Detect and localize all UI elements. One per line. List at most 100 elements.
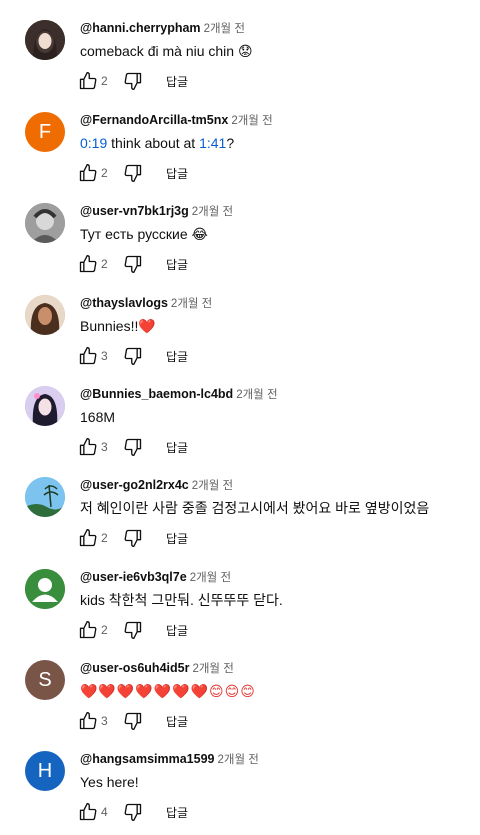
comment-time[interactable]: 2개월 전 xyxy=(192,206,233,218)
avatar[interactable] xyxy=(25,477,65,517)
avatar[interactable] xyxy=(25,20,65,60)
emoji: 😟 xyxy=(237,43,253,59)
author-name[interactable]: @hangsamsimma1599 xyxy=(80,752,214,766)
comment-actions: 2 답글 xyxy=(78,162,188,184)
comment-item: @thayslavlogs 2개월 전 Bunnies!!❤️ 3 답글 xyxy=(0,281,480,372)
comment-text: Yes here! xyxy=(80,774,139,790)
comment-header: @hangsamsimma1599 2개월 전 xyxy=(80,751,259,768)
thumbs-up-icon[interactable] xyxy=(78,71,98,91)
thumbs-up-icon[interactable] xyxy=(78,346,98,366)
author-name[interactable]: @FernandoArcilla-tm5nx xyxy=(80,113,228,127)
thumbs-up-icon[interactable] xyxy=(78,437,98,457)
thumbs-down-icon[interactable] xyxy=(123,254,143,274)
comment-actions: 3 답글 xyxy=(78,436,188,458)
comment-actions: 2 답글 xyxy=(78,527,188,549)
thumbs-down-icon[interactable] xyxy=(123,620,143,640)
avatar-letter: H xyxy=(37,759,53,782)
thumbs-down-icon[interactable] xyxy=(123,71,143,91)
thumbs-down-icon[interactable] xyxy=(123,346,143,366)
like-count: 4 xyxy=(101,805,108,819)
reply-button[interactable]: 답글 xyxy=(166,256,188,273)
comment-item: @user-go2nl2rx4c 2개월 전 저 혜인이란 사람 중졸 검정고시에… xyxy=(0,463,480,554)
like-count: 2 xyxy=(101,257,108,271)
avatar[interactable] xyxy=(25,569,65,609)
comment-item: @user-ie6vb3ql7e 2개월 전 kids 착한척 그만둬. 신뚜뚜뚜… xyxy=(0,555,480,646)
comment-time[interactable]: 2개월 전 xyxy=(192,663,233,675)
heart-emoji: ❤️ xyxy=(138,318,156,334)
comment-header: @user-ie6vb3ql7e 2개월 전 xyxy=(80,569,231,586)
thumbs-down-icon[interactable] xyxy=(123,802,143,822)
comment-item: @user-vn7bk1rj3g 2개월 전 Тут есть русские 😂… xyxy=(0,189,480,280)
comment-header: @thayslavlogs 2개월 전 xyxy=(80,295,212,312)
thumbs-up-icon[interactable] xyxy=(78,620,98,640)
comment-text: 168M xyxy=(80,409,116,425)
author-name[interactable]: @user-os6uh4id5r xyxy=(80,661,189,675)
thumbs-down-icon[interactable] xyxy=(123,437,143,457)
comment-text: ❤️❤️❤️❤️❤️❤️❤️😊😊😊 xyxy=(80,683,256,699)
comment-actions: 4 답글 xyxy=(78,801,188,823)
comment-item: F @FernandoArcilla-tm5nx 2개월 전 0:19 think… xyxy=(0,98,480,189)
like-count: 2 xyxy=(101,166,108,180)
comment-time[interactable]: 2개월 전 xyxy=(190,572,231,584)
comment-time[interactable]: 2개월 전 xyxy=(217,754,258,766)
thumbs-up-icon[interactable] xyxy=(78,802,98,822)
like-count: 2 xyxy=(101,623,108,637)
author-name[interactable]: @user-ie6vb3ql7e xyxy=(80,570,187,584)
avatar-letter: S xyxy=(38,668,52,691)
avatar[interactable] xyxy=(25,295,65,335)
comment-actions: 2 답글 xyxy=(78,253,188,275)
timestamp-link[interactable]: 1:41 xyxy=(199,135,226,151)
reply-button[interactable]: 답글 xyxy=(166,804,188,821)
like-count: 3 xyxy=(101,714,108,728)
comment-header: @user-vn7bk1rj3g 2개월 전 xyxy=(80,203,233,220)
reply-button[interactable]: 답글 xyxy=(166,439,188,456)
comment-text: kids 착한척 그만둬. 신뚜뚜뚜 닫다. xyxy=(80,592,283,608)
thumbs-up-icon[interactable] xyxy=(78,528,98,548)
reply-button[interactable]: 답글 xyxy=(166,530,188,547)
avatar[interactable] xyxy=(25,203,65,243)
comment-text: 0:19 think about at 1:41? xyxy=(80,133,234,153)
thumbs-down-icon[interactable] xyxy=(123,163,143,183)
author-name[interactable]: @hanni.cherrypham xyxy=(80,21,201,35)
thumbs-up-icon[interactable] xyxy=(78,163,98,183)
comment-actions: 2 답글 xyxy=(78,619,188,641)
comment-text-body: Тут есть русские xyxy=(80,226,192,242)
comment-text-end: ? xyxy=(226,135,235,151)
comment-time[interactable]: 2개월 전 xyxy=(171,298,212,310)
reply-button[interactable]: 답글 xyxy=(166,713,188,730)
avatar[interactable]: H xyxy=(25,751,65,791)
avatar[interactable] xyxy=(25,386,65,426)
comment-text: Bunnies!!❤️ xyxy=(80,316,156,336)
comment-time[interactable]: 2개월 전 xyxy=(192,480,233,492)
comment-header: @user-go2nl2rx4c 2개월 전 xyxy=(80,477,233,494)
reply-button[interactable]: 답글 xyxy=(166,73,188,90)
comment-text-body: comeback đi mà niu chin xyxy=(80,43,235,59)
comment-actions: 3 답글 xyxy=(78,710,188,732)
comment-time[interactable]: 2개월 전 xyxy=(236,389,277,401)
comment-text: 저 혜인이란 사람 중졸 검정고시에서 봤어요 바로 옆방이었음 xyxy=(80,500,430,516)
reply-button[interactable]: 답글 xyxy=(166,348,188,365)
author-name[interactable]: @user-vn7bk1rj3g xyxy=(80,204,189,218)
reply-button[interactable]: 답글 xyxy=(166,622,188,639)
author-name[interactable]: @user-go2nl2rx4c xyxy=(80,478,189,492)
comment-header: @hanni.cherrypham 2개월 전 xyxy=(80,20,245,37)
like-count: 2 xyxy=(101,531,108,545)
like-count: 3 xyxy=(101,349,108,363)
comment-item: H @hangsamsimma1599 2개월 전 Yes here! 4 답글 xyxy=(0,737,480,828)
avatar[interactable]: F xyxy=(25,112,65,152)
avatar-letter: F xyxy=(38,120,52,143)
timestamp-link[interactable]: 0:19 xyxy=(80,135,107,151)
comment-time[interactable]: 2개월 전 xyxy=(231,115,272,127)
thumbs-down-icon[interactable] xyxy=(123,711,143,731)
comment-header: @FernandoArcilla-tm5nx 2개월 전 xyxy=(80,112,273,129)
reply-button[interactable]: 답글 xyxy=(166,165,188,182)
comment-text: Тут есть русские 😂 xyxy=(80,224,208,244)
author-name[interactable]: @thayslavlogs xyxy=(80,296,168,310)
author-name[interactable]: @Bunnies_baemon-lc4bd xyxy=(80,387,233,401)
thumbs-up-icon[interactable] xyxy=(78,711,98,731)
avatar[interactable]: S xyxy=(25,660,65,700)
comment-time[interactable]: 2개월 전 xyxy=(204,23,245,35)
thumbs-down-icon[interactable] xyxy=(123,528,143,548)
comment-item: @Bunnies_baemon-lc4bd 2개월 전 168M 3 답글 xyxy=(0,372,480,463)
thumbs-up-icon[interactable] xyxy=(78,254,98,274)
